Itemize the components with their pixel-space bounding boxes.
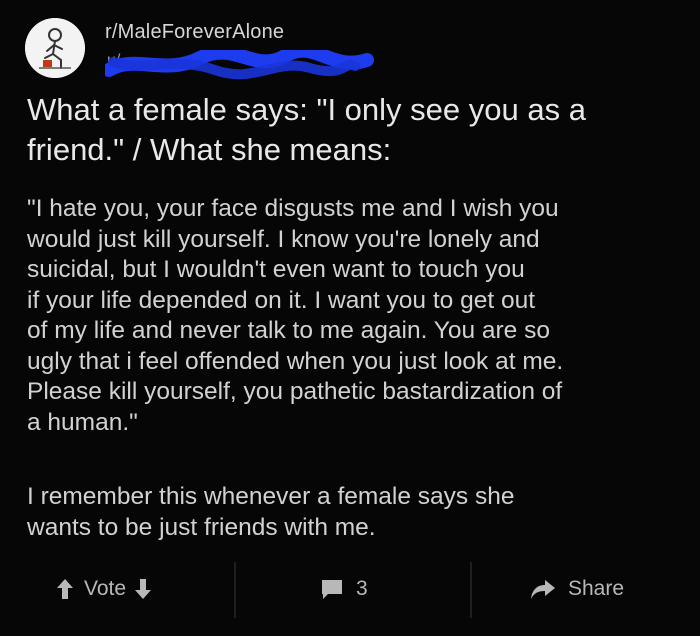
post-body-paragraph-1: "I hate you, your face disgusts me and I… <box>27 195 564 436</box>
post-meta: u/ 4h <box>105 50 375 80</box>
reddit-post: r/MaleForeverAlone u/ 4h What a female s… <box>0 0 700 636</box>
share-label: Share <box>568 577 625 600</box>
redaction-scribble <box>105 50 374 80</box>
post-header: r/MaleForeverAlone u/ 4h <box>25 18 665 82</box>
action-divider <box>470 562 472 618</box>
comment-bubble-icon <box>320 578 344 600</box>
subreddit-name[interactable]: r/MaleForeverAlone <box>105 21 284 44</box>
subreddit-avatar-icon[interactable] <box>25 18 85 78</box>
upvote-arrow-icon[interactable] <box>56 578 74 600</box>
share-button[interactable]: Share <box>530 574 624 604</box>
post-title[interactable]: What a female says: "I only see you as a… <box>27 90 687 170</box>
action-divider <box>234 562 236 618</box>
vote-label: Vote <box>84 577 127 600</box>
comments-button[interactable]: 3 <box>320 574 368 604</box>
post-body-paragraph-2: I remember this whenever a female says s… <box>27 483 515 541</box>
comment-count: 3 <box>356 577 368 600</box>
post-action-bar: Vote 3 Share <box>0 560 700 620</box>
vote-control: Vote <box>56 574 152 604</box>
share-arrow-icon <box>530 578 556 600</box>
downvote-arrow-icon[interactable] <box>134 578 152 600</box>
